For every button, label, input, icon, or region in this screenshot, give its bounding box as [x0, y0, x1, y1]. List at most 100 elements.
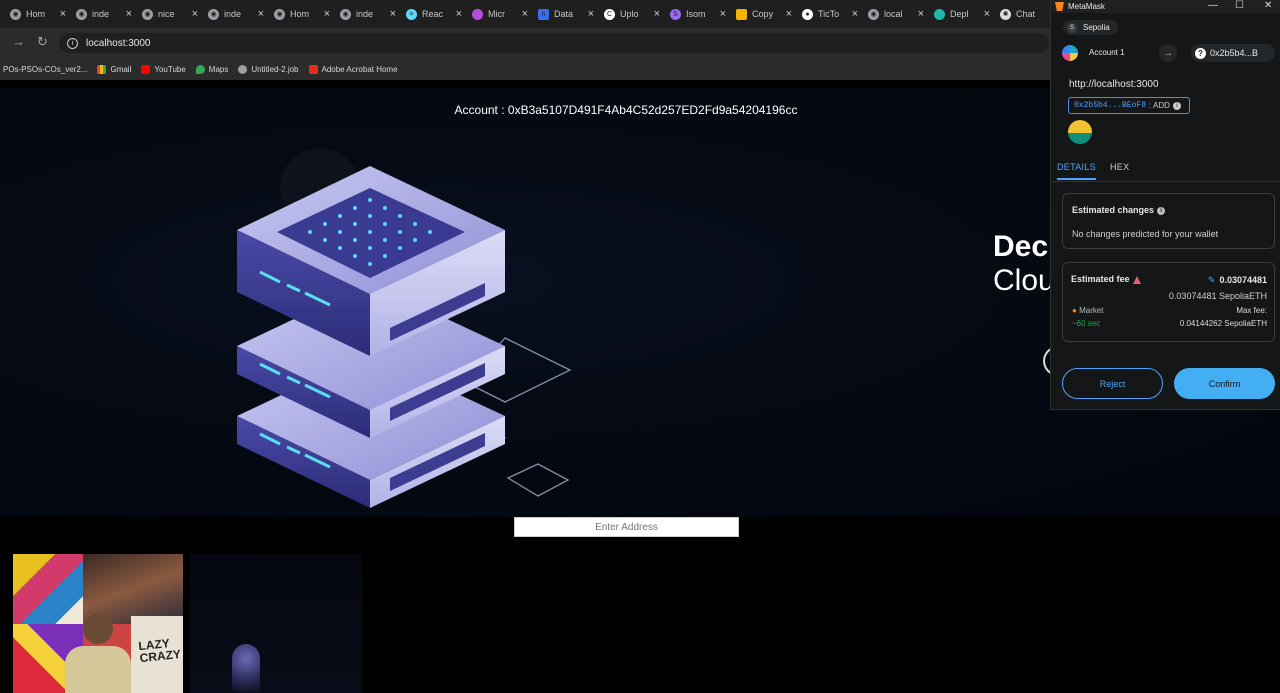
fee-amount-full: 0.03074481 SepoliaETH — [1168, 291, 1267, 301]
close-icon[interactable]: × — [654, 8, 662, 20]
chatgpt-icon: ✺ — [1000, 8, 1011, 20]
estimated-changes-title: Estimated changes — [1072, 205, 1155, 215]
reload-icon[interactable]: ↻ — [37, 34, 48, 50]
globe-icon: ◉ — [208, 8, 219, 20]
upload-icon: C — [604, 8, 615, 20]
hero-title: Dec Clou — [993, 230, 1055, 298]
close-icon[interactable]: × — [126, 8, 134, 20]
estimated-changes-box: Estimated changes i No changes predicted … — [1062, 193, 1275, 249]
globe-icon: ◉ — [10, 8, 21, 20]
address-bar[interactable]: i localhost:3000 — [59, 33, 1049, 53]
add-label: : ADD — [1149, 101, 1170, 110]
bookmark-item[interactable]: Untitled-2.job — [238, 64, 299, 74]
account-name[interactable]: Account 1 — [1089, 48, 1125, 57]
react-icon: ⚛ — [406, 8, 417, 20]
globe-icon: ◉ — [340, 8, 351, 20]
token-icon — [1068, 120, 1092, 144]
browser-tab[interactable]: C Uplo × — [600, 0, 666, 28]
browser-tab[interactable]: Micr × — [468, 0, 534, 28]
site-origin: http://localhost:3000 — [1069, 79, 1159, 90]
close-icon[interactable]: × — [720, 8, 728, 20]
market-label[interactable]: ● Market — [1072, 306, 1104, 315]
close-icon[interactable]: × — [852, 8, 860, 20]
bookmark-item[interactable]: Maps — [195, 64, 228, 74]
reject-button[interactable]: Reject — [1062, 368, 1163, 399]
enter-address-input[interactable] — [514, 517, 739, 537]
recipient-address[interactable]: ? 0x2b5b4...B — [1191, 44, 1275, 62]
close-icon[interactable]: × — [390, 8, 398, 20]
tab-label: Uplo — [620, 9, 639, 19]
browser-tab[interactable]: ◉ Hom × — [6, 0, 72, 28]
globe-icon: ◉ — [142, 8, 153, 20]
bookmark-label: Adobe Acrobat Home — [321, 64, 398, 74]
globe-icon: ◉ — [274, 8, 285, 20]
minimize-icon[interactable]: — — [1208, 0, 1218, 11]
estimated-fee-box: Estimated fee ✎ 0.03074481 0.03074481 Sep… — [1062, 262, 1275, 342]
browser-tab[interactable]: ◉ inde × — [336, 0, 402, 28]
close-icon[interactable]: × — [918, 8, 926, 20]
close-icon[interactable]: × — [588, 8, 596, 20]
market-text: Market — [1079, 306, 1104, 315]
close-icon[interactable]: ✕ — [1264, 0, 1272, 11]
close-icon[interactable]: × — [258, 8, 266, 20]
bookmark-label: Untitled-2.job — [251, 64, 299, 74]
info-icon[interactable]: i — [1157, 206, 1166, 215]
network-selector[interactable]: S Sepolia — [1063, 20, 1118, 35]
account-row: Account 1 → ? 0x2b5b4...B — [1051, 42, 1280, 64]
github-icon: ● — [802, 8, 813, 20]
globe-icon: ◉ — [868, 8, 879, 20]
micro-icon — [472, 8, 483, 20]
tab-label: Isom — [686, 9, 706, 19]
browser-tab[interactable]: n Data × — [534, 0, 600, 28]
network-name: Sepolia — [1083, 23, 1110, 32]
warning-icon[interactable] — [1132, 275, 1141, 284]
close-icon[interactable]: × — [984, 8, 992, 20]
close-icon[interactable]: × — [522, 8, 530, 20]
browser-tab[interactable]: ◉ inde × — [204, 0, 270, 28]
bookmark-item[interactable]: Gmail — [97, 64, 131, 74]
close-icon[interactable]: × — [60, 8, 68, 20]
image-card[interactable]: LAZY CRAZY — [13, 554, 183, 693]
confirm-button[interactable]: Confirm — [1174, 368, 1275, 399]
edit-icon[interactable]: ✎ — [1208, 275, 1216, 285]
max-fee-value: 0.04144262 SepoliaETH — [1179, 319, 1267, 328]
image-card[interactable] — [190, 554, 362, 693]
browser-tab[interactable]: ◉ local × — [864, 0, 930, 28]
maximize-icon[interactable]: ☐ — [1235, 0, 1244, 11]
browser-tab[interactable]: Copy × — [732, 0, 798, 28]
browser-tab[interactable]: ⚛ Reac × — [402, 0, 468, 28]
crystal-image — [232, 644, 260, 693]
close-icon[interactable]: × — [192, 8, 200, 20]
bookmark-item[interactable]: Adobe Acrobat Home — [308, 64, 398, 74]
browser-tab[interactable]: Depl × — [930, 0, 996, 28]
metamask-titlebar: MetaMask — ☐ ✕ — [1051, 0, 1280, 13]
tab-details[interactable]: DETAILS — [1057, 162, 1096, 180]
notion-icon: n — [538, 8, 549, 20]
close-icon[interactable]: × — [324, 8, 332, 20]
estimated-changes-heading: Estimated changes i — [1072, 205, 1166, 215]
close-icon[interactable]: × — [786, 8, 794, 20]
estimated-fee-heading: Estimated fee — [1071, 274, 1141, 284]
metamask-popup: MetaMask — ☐ ✕ S Sepolia Account 1 → ? 0x… — [1050, 0, 1280, 410]
sign-text: CRAZY — [139, 646, 182, 666]
browser-tab[interactable]: ● TicTo × — [798, 0, 864, 28]
info-icon: i — [1172, 101, 1181, 110]
gmail-icon — [97, 64, 107, 74]
tab-hex[interactable]: HEX — [1110, 162, 1129, 172]
bookmark-item[interactable]: YouTube — [141, 64, 186, 74]
bookmark-label: YouTube — [154, 64, 186, 74]
close-icon[interactable]: × — [456, 8, 464, 20]
tab-label: Data — [554, 9, 574, 19]
browser-tab[interactable]: ◉ inde × — [72, 0, 138, 28]
bookmark-item[interactable]: POs-PSOs-COs_ver2... — [3, 65, 87, 74]
tab-label: Chat — [1016, 9, 1036, 19]
tab-label: Micr — [488, 9, 505, 19]
browser-tab[interactable]: S Isom × — [666, 0, 732, 28]
contract-address-pill[interactable]: 0x2b5b4...BEoF8 : ADD i — [1068, 97, 1190, 114]
deploy-icon — [934, 8, 945, 20]
slides-icon — [736, 8, 747, 20]
browser-tab[interactable]: ◉ nice × — [138, 0, 204, 28]
browser-tab[interactable]: ◉ Hom × — [270, 0, 336, 28]
forward-icon[interactable]: → — [12, 34, 25, 49]
site-info-icon[interactable]: i — [67, 37, 78, 49]
